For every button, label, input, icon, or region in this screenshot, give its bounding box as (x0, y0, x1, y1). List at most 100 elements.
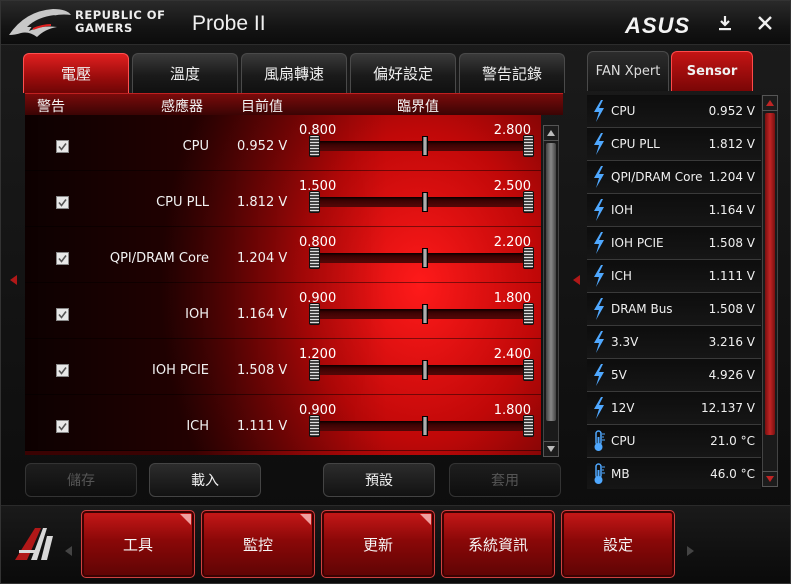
tab-temperature[interactable]: 溫度 (132, 53, 238, 93)
sensor-scroll-thumb[interactable] (765, 113, 775, 435)
sensor-name: CPU PLL (156, 195, 209, 210)
update-button[interactable]: 更新 (321, 510, 435, 578)
scroll-down-arrow[interactable] (543, 441, 559, 457)
sensor-name: CPU (182, 139, 209, 154)
threshold-slider-track[interactable] (315, 365, 527, 375)
close-button[interactable] (753, 11, 777, 35)
left-panel-arrow-icon[interactable] (10, 275, 17, 285)
tab-alert-log[interactable]: 警告記錄 (459, 53, 565, 93)
sensor-list: CPU 0.952 V CPU PLL 1.812 V QPI/DRAM Cor… (587, 95, 761, 489)
current-value-marker (422, 192, 428, 212)
threshold-slider-track[interactable] (315, 197, 527, 207)
threshold-max-handle[interactable] (523, 303, 534, 325)
settings-button[interactable]: 設定 (561, 510, 675, 578)
sensor-row[interactable]: 12V 12.137 V (587, 392, 761, 425)
sensor-row[interactable]: CPU PLL 1.812 V (587, 128, 761, 161)
sensor-tabs: FAN Xpert Sensor (587, 51, 753, 91)
lightning-icon (594, 331, 604, 353)
bottom-button-label: 系統資訊 (467, 535, 528, 554)
tab-voltage[interactable]: 電壓 (23, 53, 129, 93)
sensor-row-value: 1.111 V (708, 269, 755, 283)
threshold-max-handle[interactable] (523, 359, 534, 381)
sensor-row[interactable]: ICH 1.111 V (587, 260, 761, 293)
threshold-min-handle[interactable] (309, 359, 320, 381)
apply-button[interactable]: 套用 (449, 463, 561, 497)
minimize-button[interactable] (713, 11, 737, 35)
threshold-max-handle[interactable] (523, 191, 534, 213)
alert-checkbox[interactable] (56, 140, 69, 153)
sensor-scroll-up-arrow[interactable] (762, 95, 778, 111)
rog-eye-logo-icon (9, 9, 71, 37)
action-bar: 儲存 載入 預設 套用 (25, 459, 565, 499)
lightning-icon (594, 232, 604, 254)
sensor-name: IOH PCIE (152, 363, 209, 378)
current-value: 1.204 V (237, 251, 288, 266)
alert-checkbox[interactable] (56, 364, 69, 377)
category-tabs: 電壓 溫度 風扇轉速 偏好設定 警告記錄 (23, 53, 569, 93)
tab-fan-speed[interactable]: 風扇轉速 (241, 53, 347, 93)
sensor-row[interactable]: CPU 0.952 V (587, 95, 761, 128)
sensor-row-value: 3.216 V (708, 335, 755, 349)
alert-checkbox[interactable] (56, 196, 69, 209)
threshold-slider-track[interactable] (315, 421, 527, 431)
threshold-slider-track[interactable] (315, 253, 527, 263)
sensor-row[interactable]: 3.3V 3.216 V (587, 326, 761, 359)
voltage-row: CPU PLL 1.812 V 1.500 2.500 (25, 171, 541, 227)
sensor-row[interactable]: DRAM Bus 1.508 V (587, 293, 761, 326)
sensor-scroll-track[interactable] (762, 111, 778, 471)
tab-preferences[interactable]: 偏好設定 (350, 53, 456, 93)
threshold-min-handle[interactable] (309, 415, 320, 437)
alert-checkbox[interactable] (56, 252, 69, 265)
threshold-min-handle[interactable] (309, 303, 320, 325)
sensor-row[interactable]: QPI/DRAM Core 1.204 V (587, 161, 761, 194)
alert-checkbox[interactable] (56, 308, 69, 321)
save-button[interactable]: 儲存 (25, 463, 137, 497)
lightning-icon (594, 166, 604, 188)
current-value-marker (422, 360, 428, 380)
threshold-max-handle[interactable] (523, 135, 534, 157)
sensor-row-value: 12.137 V (700, 401, 755, 415)
alert-checkbox[interactable] (56, 420, 69, 433)
threshold-max-handle[interactable] (523, 415, 534, 437)
sensor-scroll-down-arrow[interactable] (762, 471, 778, 487)
voltage-row: CPU 0.952 V 0.800 2.800 (25, 115, 541, 171)
voltage-rows: CPU 0.952 V 0.800 2.800 CPU PLL 1.812 V … (25, 115, 541, 455)
scroll-up-arrow[interactable] (543, 125, 559, 141)
default-button[interactable]: 預設 (323, 463, 435, 497)
bottom-left-arrow-icon[interactable] (65, 546, 72, 556)
load-button[interactable]: 載入 (149, 463, 261, 497)
threshold-min-handle[interactable] (309, 191, 320, 213)
sensor-row[interactable]: 5V 4.926 V (587, 359, 761, 392)
sensor-row[interactable]: MB 46.0 °C (587, 458, 761, 489)
bottom-right-arrow-icon[interactable] (687, 546, 694, 556)
sensor-row[interactable]: CPU 21.0 °C (587, 425, 761, 458)
lightning-icon (594, 100, 604, 122)
sensor-row-value: 1.204 V (708, 170, 755, 184)
scroll-thumb[interactable] (546, 143, 556, 421)
threshold-slider-track[interactable] (315, 309, 527, 319)
checkmark-icon (58, 143, 67, 151)
system-info-button[interactable]: 系統資訊 (441, 510, 555, 578)
sensor-scrollbar[interactable] (762, 95, 778, 489)
voltage-scrollbar[interactable] (543, 125, 559, 457)
sensor-row[interactable]: IOH PCIE 1.508 V (587, 227, 761, 260)
sensor-name: IOH (185, 307, 209, 322)
threshold-min-handle[interactable] (309, 247, 320, 269)
title-bar[interactable]: REPUBLIC OF GAMERS Probe II ASUS (1, 1, 790, 45)
threshold-max-handle[interactable] (523, 247, 534, 269)
right-panel-arrow-icon[interactable] (573, 275, 580, 285)
scroll-track[interactable] (543, 141, 559, 441)
lightning-icon (594, 199, 604, 221)
monitor-button[interactable]: 監控 (201, 510, 315, 578)
sensor-row-value: 1.508 V (708, 236, 755, 250)
lightning-icon (594, 265, 604, 287)
threshold-min-handle[interactable] (309, 135, 320, 157)
lightning-icon (594, 364, 604, 386)
tab-fan-xpert[interactable]: FAN Xpert (587, 51, 669, 91)
sensor-row-name: ICH (611, 269, 632, 283)
tab-sensor[interactable]: Sensor (671, 51, 753, 91)
sensor-row[interactable]: IOH 1.164 V (587, 194, 761, 227)
sensor-row-name: IOH PCIE (611, 236, 664, 250)
tools-button[interactable]: 工具 (81, 510, 195, 578)
threshold-slider-track[interactable] (315, 141, 527, 151)
